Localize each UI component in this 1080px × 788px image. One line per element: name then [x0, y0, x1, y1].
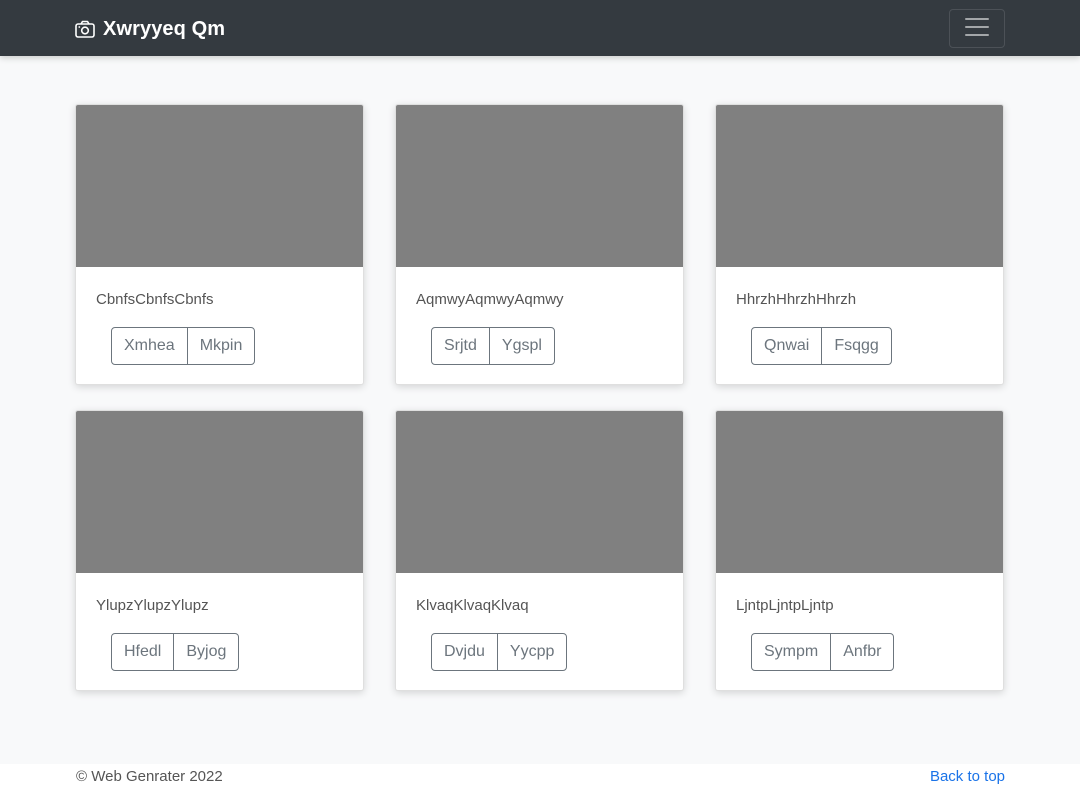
navbar-toggle-button[interactable] [949, 9, 1005, 48]
card-button[interactable]: Fsqgg [821, 327, 892, 365]
card-button[interactable]: Hfedl [111, 633, 175, 671]
card-text: AqmwyAqmwyAqmwy [416, 291, 564, 308]
album-card: LjntpLjntpLjntp Sympm Anfbr [715, 410, 1004, 691]
album-card: CbnfsCbnfsCbnfs Xmhea Mkpin [75, 104, 364, 385]
album-section: CbnfsCbnfsCbnfs Xmhea Mkpin AqmwyAqmwyAq… [0, 56, 1080, 764]
card-thumbnail [716, 105, 1003, 267]
card-button[interactable]: Mkpin [186, 327, 256, 365]
navbar: Xwryyeq Qm [0, 0, 1080, 56]
card-text: YlupzYlupzYlupz [96, 597, 209, 614]
album-card: HhrzhHhrzhHhrzh Qnwai Fsqgg [715, 104, 1004, 385]
album-card: YlupzYlupzYlupz Hfedl Byjog [75, 410, 364, 691]
card-thumbnail [396, 411, 683, 573]
card-text: LjntpLjntpLjntp [736, 597, 834, 614]
card-button[interactable]: Xmhea [111, 327, 188, 365]
album-card: KlvaqKlvaqKlvaq Dvjdu Yycpp [395, 410, 684, 691]
card-text: HhrzhHhrzhHhrzh [736, 291, 857, 308]
card-button-group: Sympm Anfbr [751, 633, 895, 671]
card-button[interactable]: Sympm [751, 633, 832, 671]
brand-link[interactable]: Xwryyeq Qm [75, 16, 225, 42]
card-button-group: Dvjdu Yycpp [431, 633, 568, 671]
card-button[interactable]: Byjog [173, 633, 240, 671]
camera-icon [75, 20, 95, 38]
card-button[interactable]: Qnwai [751, 327, 823, 365]
brand-title: Xwryyeq Qm [103, 17, 226, 40]
card-button-group: Hfedl Byjog [111, 633, 240, 671]
card-thumbnail [396, 105, 683, 267]
card-text: CbnfsCbnfsCbnfs [96, 291, 214, 308]
card-button[interactable]: Yycpp [496, 633, 568, 671]
copyright-text: © Web Genrater 2022 [76, 768, 223, 785]
card-button-group: Xmhea Mkpin [111, 327, 256, 365]
card-text: KlvaqKlvaqKlvaq [416, 597, 529, 614]
card-button[interactable]: Anfbr [830, 633, 895, 671]
card-button[interactable]: Srjtd [431, 327, 490, 365]
hamburger-menu-icon [962, 12, 992, 45]
card-button[interactable]: Dvjdu [431, 633, 498, 671]
card-thumbnail [76, 411, 363, 573]
footer: © Web Genrater 2022 Back to top [0, 764, 1080, 788]
back-to-top-link[interactable]: Back to top [930, 768, 1005, 785]
card-thumbnail [716, 411, 1003, 573]
card-thumbnail [76, 105, 363, 267]
card-button-group: Qnwai Fsqgg [751, 327, 892, 365]
album-card: AqmwyAqmwyAqmwy Srjtd Ygspl [395, 104, 684, 385]
card-button-group: Srjtd Ygspl [431, 327, 555, 365]
card-button[interactable]: Ygspl [488, 327, 555, 365]
